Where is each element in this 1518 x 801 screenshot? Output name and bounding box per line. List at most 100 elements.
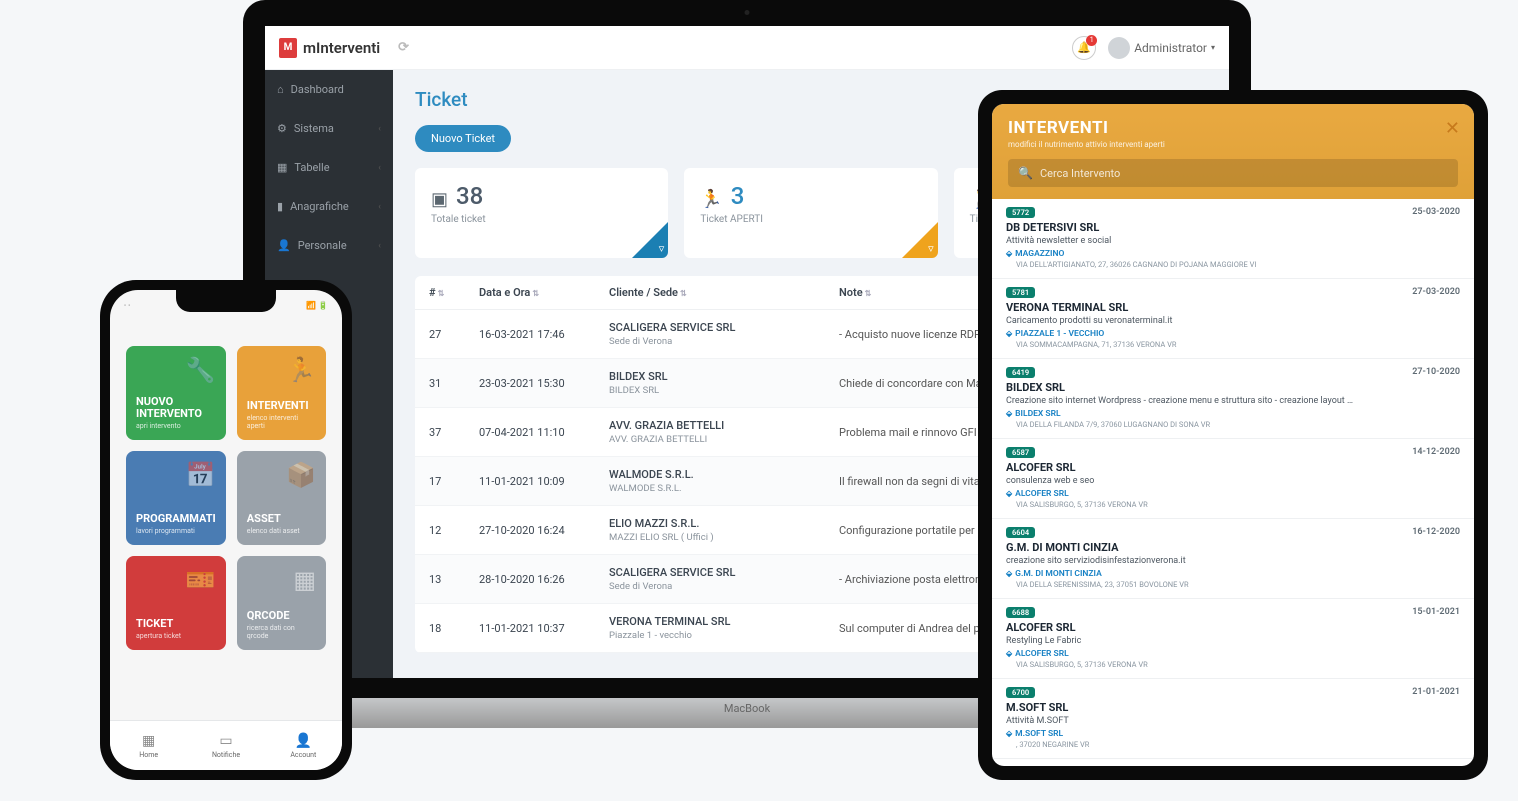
tile-icon: 🏃: [286, 356, 316, 384]
app-tile[interactable]: 🎫 TICKET apertura ticket: [126, 556, 226, 650]
tile-subtitle: elenco dati asset: [247, 527, 316, 535]
tile-title: TICKET: [136, 618, 216, 630]
item-location: MAGAZZINO: [1006, 249, 1460, 259]
tile-icon: 📦: [286, 461, 316, 489]
id-badge: 6587: [1006, 447, 1035, 458]
app-tile[interactable]: 🏃 INTERVENTI elenco interventi aperti: [237, 346, 326, 440]
item-client: BILDEX SRL: [1006, 381, 1460, 394]
stat-card[interactable]: ▣38 Totale ticket ▿: [415, 168, 668, 258]
notif-badge: 1: [1086, 35, 1097, 46]
app-tile[interactable]: ▦ QRCODE ricerca dati con qrcode: [237, 556, 326, 650]
item-date: 25-03-2020: [1412, 207, 1460, 217]
tab-notifiche[interactable]: ▭Notifiche: [187, 721, 264, 770]
tile-icon: 🔧: [186, 356, 216, 384]
tile-title: INTERVENTI: [247, 400, 316, 412]
notifications-button[interactable]: 🔔 1: [1072, 36, 1096, 60]
sidebar-item-personale[interactable]: 👤Personale‹: [265, 226, 393, 265]
item-desc: Restyling Le Fabric: [1006, 636, 1460, 646]
item-desc: Attività newsletter e social: [1006, 236, 1460, 246]
list-item[interactable]: 6688 15-01-2021 ALCOFER SRL Restyling Le…: [992, 599, 1474, 679]
card-value: 3: [731, 182, 745, 210]
card-label: Ticket APERTI: [700, 214, 921, 225]
tablet-search[interactable]: 🔍: [1008, 159, 1458, 187]
chat-icon: ▭: [219, 733, 232, 749]
search-icon: 🔍: [1018, 166, 1033, 180]
item-address: VIA SOMMACAMPAGNA, 71, 37136 VERONA VR: [1006, 340, 1460, 349]
item-client: ALCOFER SRL: [1006, 621, 1460, 634]
cell-date: 07-04-2021 11:10: [479, 426, 609, 439]
id-badge: 6700: [1006, 687, 1035, 698]
item-address: , 37020 NEGARINE VR: [1006, 740, 1460, 749]
list-item[interactable]: 5781 27-03-2020 VERONA TERMINAL SRL Cari…: [992, 279, 1474, 359]
app-tile[interactable]: 📦 ASSET elenco dati asset: [237, 451, 326, 545]
item-date: 14-12-2020: [1412, 447, 1460, 457]
item-address: via Salisburgo, 5, 37136 Verona VR: [1006, 500, 1460, 509]
item-date: 27-10-2020: [1412, 367, 1460, 377]
phone-tabbar: ▦Home ▭Notifiche 👤Account: [110, 720, 342, 770]
cell-client: VERONA TERMINAL SRLPiazzale 1 - vecchio: [609, 615, 839, 641]
grid-icon: ▦: [277, 161, 287, 174]
app-tile[interactable]: 🔧 NUOVO INTERVENTO apri intervento: [126, 346, 226, 440]
sidebar-item-dashboard[interactable]: ⌂Dashboard: [265, 70, 393, 109]
tile-subtitle: elenco interventi aperti: [247, 414, 316, 430]
phone-device: · ·📶 🔋 🔧 NUOVO INTERVENTO apri intervent…: [100, 280, 352, 780]
brand-icon: M: [279, 38, 297, 58]
item-date: 21-01-2021: [1412, 687, 1460, 697]
funnel-icon: ▿: [659, 242, 665, 255]
tile-subtitle: lavori programmati: [136, 527, 216, 535]
sidebar-item-anagrafiche[interactable]: ▮Anagrafiche‹: [265, 187, 393, 226]
list-item[interactable]: 6419 27-10-2020 BILDEX SRL Creazione sit…: [992, 359, 1474, 439]
item-date: 15-01-2021: [1412, 607, 1460, 617]
item-client: ALCOFER SRL: [1006, 461, 1460, 474]
tab-account[interactable]: 👤Account: [265, 721, 342, 770]
sidebar-item-tabelle[interactable]: ▦Tabelle‹: [265, 148, 393, 187]
item-date: 16-12-2020: [1412, 527, 1460, 537]
app-header: M mInterventi ⟳ 🔔 1 Administrator ▾: [265, 26, 1229, 70]
item-location: M.SOFT SRL: [1006, 729, 1460, 739]
item-client: M.SOFT SRL: [1006, 701, 1460, 714]
chevron-left-icon: ‹: [378, 241, 381, 251]
sidebar-item-sistema[interactable]: ⚙Sistema‹: [265, 109, 393, 148]
tile-title: ASSET: [247, 513, 316, 525]
item-client: G.M. DI MONTI CINZIA: [1006, 541, 1460, 554]
id-badge: 5781: [1006, 287, 1035, 298]
tab-home[interactable]: ▦Home: [110, 721, 187, 770]
cell-date: 28-10-2020 16:26: [479, 573, 609, 586]
id-badge: 6604: [1006, 527, 1035, 538]
home-icon: ⌂: [277, 83, 284, 96]
new-ticket-button[interactable]: Nuovo Ticket: [415, 125, 511, 152]
app-tile[interactable]: 📅 PROGRAMMATI lavori programmati: [126, 451, 226, 545]
item-desc: consulenza web e seo: [1006, 476, 1460, 486]
list-item[interactable]: 6587 14-12-2020 ALCOFER SRL consulenza w…: [992, 439, 1474, 519]
item-address: via dell'Artigianato, 27, 36026 Cagnano …: [1006, 260, 1460, 269]
cell-client: WALMODE S.R.L.WALMODE S.R.L.: [609, 468, 839, 494]
item-client: DB DETERSIVI SRL: [1006, 221, 1460, 234]
cell-date: 23-03-2021 15:30: [479, 377, 609, 390]
item-desc: Creazione sito internet Wordpress - crea…: [1006, 396, 1460, 406]
tablet-search-input[interactable]: [1040, 167, 1448, 180]
list-item[interactable]: 6604 16-12-2020 G.M. DI MONTI CINZIA cre…: [992, 519, 1474, 599]
cell-date: 27-10-2020 16:24: [479, 524, 609, 537]
reload-icon[interactable]: ⟳: [398, 40, 409, 55]
close-icon[interactable]: ✕: [1445, 118, 1460, 139]
col-num[interactable]: #⇅: [429, 286, 479, 299]
tablet-subtitle: modifici il nutrimento attivio intervent…: [1008, 140, 1458, 149]
id-badge: 6688: [1006, 607, 1035, 618]
tablet-title: INTERVENTI: [1008, 118, 1458, 138]
cell-num: 17: [429, 475, 479, 488]
user-menu[interactable]: Administrator ▾: [1108, 37, 1215, 59]
person-icon: 👤: [277, 239, 291, 252]
chevron-down-icon: ▾: [1211, 43, 1215, 52]
stat-card[interactable]: 🏃3 Ticket APERTI ▿: [684, 168, 937, 258]
col-client[interactable]: Cliente / Sede⇅: [609, 286, 839, 299]
cell-client: BILDEX SRLBILDEX SRL: [609, 370, 839, 396]
tile-title: QRCODE: [247, 610, 316, 622]
chevron-left-icon: ‹: [378, 124, 381, 134]
item-location: ALCOFER SRL: [1006, 649, 1460, 659]
list-item[interactable]: 6700 21-01-2021 M.SOFT SRL Attività M.SO…: [992, 679, 1474, 759]
gear-icon: ⚙: [277, 122, 287, 135]
col-date[interactable]: Data e Ora⇅: [479, 286, 609, 299]
list-item[interactable]: 6710 25-01-2021 WINE E COFFEE SRL: [992, 759, 1474, 765]
item-date: 27-03-2020: [1412, 287, 1460, 297]
list-item[interactable]: 5772 25-03-2020 DB DETERSIVI SRL Attivit…: [992, 199, 1474, 279]
